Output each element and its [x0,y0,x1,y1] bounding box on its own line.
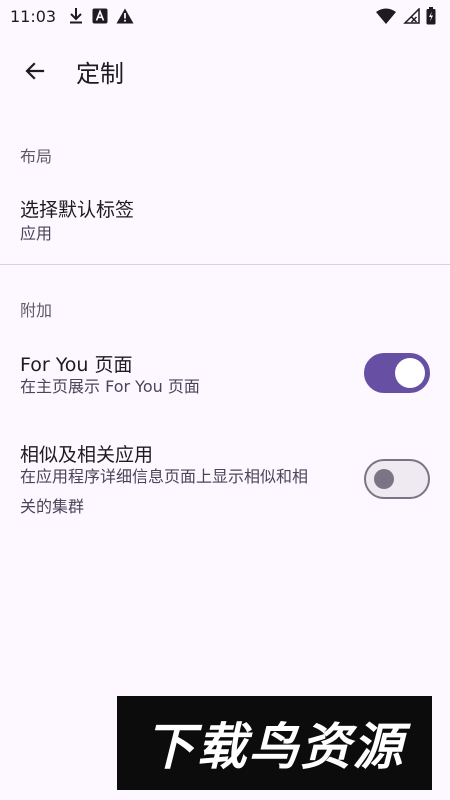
page-title: 定制 [76,59,124,88]
watermark-text: 下载鸟资源 [144,718,405,776]
status-left-icons [68,7,134,25]
battery-icon [426,7,436,25]
for-you-subtitle: 在主页展示 For You 页面 [20,377,200,396]
similar-apps-switch[interactable] [364,459,430,499]
section-header-layout: 布局 [20,147,53,166]
similar-apps-setting[interactable]: 相似及相关应用 在应用程序详细信息页面上显示相似和相 关的集群 [0,430,450,530]
status-time: 11:03 [10,6,57,26]
default-tab-title: 选择默认标签 [20,199,135,221]
section-divider [0,264,450,265]
back-button[interactable] [11,47,59,95]
warning-icon [116,8,134,24]
switch-thumb [395,358,425,388]
similar-apps-subtitle-line1: 在应用程序详细信息页面上显示相似和相 [20,467,309,486]
status-right-icons [376,7,436,25]
download-icon [68,7,84,25]
switch-thumb [374,469,394,489]
section-header-extras: 附加 [20,301,53,320]
arrow-back-icon [23,59,47,83]
no-signal-icon [402,8,420,24]
for-you-switch[interactable] [364,353,430,393]
app-bar: 定制 [0,40,450,102]
similar-apps-subtitle-line2: 关的集群 [20,497,85,516]
status-bar: 11:03 [0,0,450,32]
watermark-banner: 下载鸟资源 [117,696,432,790]
customize-screen: 11:03 定制 布局 选择默认标签 应用 附加 For You 页面 在主页展… [0,0,450,800]
font-a-icon [92,8,108,24]
default-tab-value: 应用 [20,224,53,243]
wifi-icon [376,8,396,24]
default-tab-setting[interactable]: 选择默认标签 应用 [0,183,450,261]
for-you-setting[interactable]: For You 页面 在主页展示 For You 页面 [0,338,450,410]
